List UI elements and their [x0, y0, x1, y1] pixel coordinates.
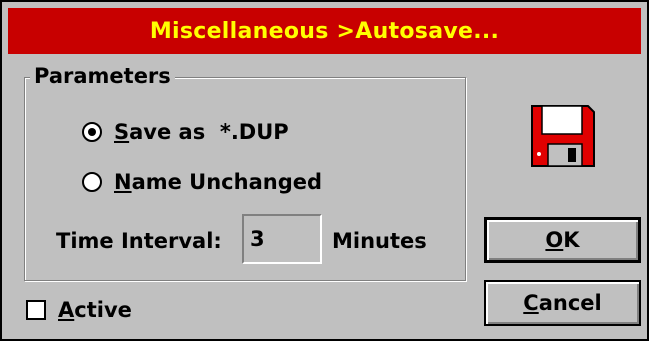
radio-save-as-dup[interactable]: Save as *.DUP	[82, 120, 289, 144]
active-checkbox-label: Active	[58, 298, 132, 322]
radio-button-icon[interactable]	[82, 172, 102, 192]
time-interval-input[interactable]	[242, 214, 322, 264]
floppy-disk-icon	[531, 105, 595, 167]
dialog-title-bar: Miscellaneous >Autosave...	[8, 8, 641, 54]
active-checkbox[interactable]: Active	[26, 298, 132, 322]
radio-name-unchanged-label: Name Unchanged	[114, 170, 323, 194]
cancel-button[interactable]: Cancel	[484, 280, 641, 326]
radio-name-unchanged[interactable]: Name Unchanged	[82, 170, 322, 194]
parameters-group-label: Parameters	[30, 64, 175, 88]
time-interval-unit: Minutes	[332, 229, 427, 253]
ok-button[interactable]: OK	[484, 217, 641, 263]
time-interval-label: Time Interval:	[56, 229, 222, 253]
radio-button-icon[interactable]	[82, 122, 102, 142]
autosave-dialog: Miscellaneous >Autosave... Parameters Sa…	[0, 0, 649, 341]
dialog-title: Miscellaneous >Autosave...	[149, 18, 500, 44]
radio-save-as-dup-label: Save as *.DUP	[114, 120, 289, 144]
radio-selected-dot	[88, 128, 96, 136]
checkbox-icon[interactable]	[26, 300, 46, 320]
